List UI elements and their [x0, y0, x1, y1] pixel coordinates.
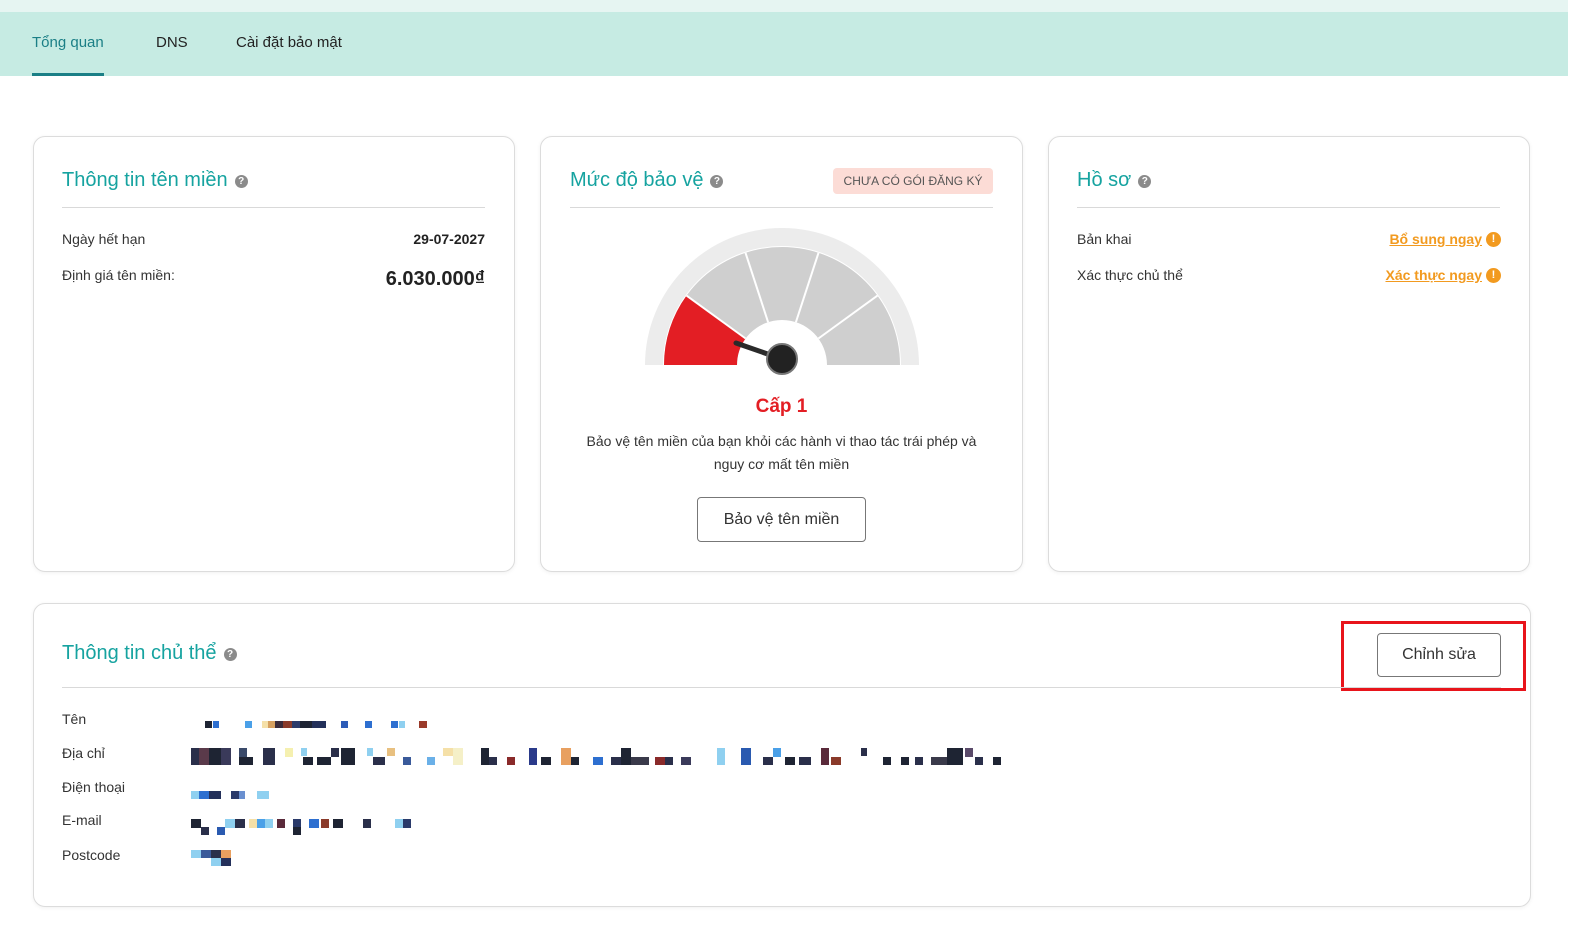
profile-title-text: Hồ sơ [1077, 169, 1132, 191]
pixelated-redaction [191, 748, 1001, 765]
verify-now-link[interactable]: Xác thực ngay [1385, 267, 1482, 283]
divider [62, 207, 485, 208]
owner-postcode-redacted [191, 850, 241, 873]
owner-name-redacted [205, 717, 435, 735]
tab-overview[interactable]: Tổng quan [32, 12, 104, 76]
domain-valuation-label: Định giá tên miền: [62, 267, 175, 283]
subscription-status-badge: CHƯA CÓ GÓI ĐĂNG KÝ [833, 168, 993, 194]
tab-dns[interactable]: DNS [156, 12, 188, 76]
help-icon[interactable]: ? [710, 175, 724, 188]
owner-email-redacted [191, 818, 413, 841]
tab-security-settings[interactable]: Cài đặt bảo mật [236, 12, 342, 76]
protection-title-text: Mức độ bảo vệ [570, 169, 704, 191]
divider [570, 207, 993, 208]
owner-address-label: Địa chỉ [62, 745, 105, 761]
help-icon[interactable]: ? [1138, 175, 1152, 188]
expiry-date-value: 29-07-2027 [413, 231, 485, 247]
protection-title: Mức độ bảo vệ? [570, 169, 724, 192]
owner-phone-label: Điện thoại [62, 779, 126, 795]
protection-gauge [645, 228, 919, 375]
add-now-link[interactable]: Bổ sung ngay [1389, 231, 1482, 247]
expiry-date-label: Ngày hết hạn [62, 231, 146, 247]
scrollbar-track[interactable] [1568, 0, 1596, 941]
help-icon[interactable]: ? [234, 175, 248, 188]
owner-address-redacted [191, 748, 1003, 771]
profile-card [1048, 136, 1530, 572]
identity-verification-label: Xác thực chủ thể [1077, 267, 1183, 283]
owner-name-label: Tên [62, 711, 87, 727]
active-tab-indicator [32, 73, 104, 76]
domain-info-title-text: Thông tin tên miền [62, 169, 228, 191]
domain-info-card [33, 136, 515, 572]
help-icon[interactable]: ? [223, 648, 237, 661]
gauge-pivot [766, 343, 798, 375]
highlight-box [1341, 621, 1526, 691]
declaration-label: Bản khai [1077, 231, 1132, 247]
top-strip [0, 0, 1568, 12]
protection-description: Bảo vệ tên miền của bạn khỏi các hành vi… [586, 433, 977, 472]
tab-overview-label: Tổng quan [32, 34, 104, 51]
warning-icon: ! [1486, 232, 1501, 247]
divider [62, 687, 1501, 688]
profile-title: Hồ sơ? [1077, 169, 1152, 192]
tab-security-settings-label: Cài đặt bảo mật [236, 34, 342, 51]
tab-bar: Tổng quan DNS Cài đặt bảo mật [0, 12, 1568, 76]
owner-phone-redacted [191, 788, 273, 806]
protection-level-label: Cấp 1 [755, 396, 808, 417]
owner-info-title-text: Thông tin chủ thể [62, 642, 217, 664]
tab-dns-label: DNS [156, 34, 188, 51]
pixelated-redaction [191, 791, 269, 799]
pixelated-redaction [191, 819, 411, 835]
owner-postcode-label: Postcode [62, 847, 121, 863]
warning-icon: ! [1486, 268, 1501, 283]
domain-info-title: Thông tin tên miền? [62, 169, 248, 192]
divider [1077, 207, 1500, 208]
pixelated-redaction [205, 721, 427, 728]
domain-valuation-value: 6.030.000₫ [385, 268, 485, 290]
owner-email-label: E-mail [62, 812, 102, 828]
protect-domain-button[interactable]: Bảo vệ tên miền [697, 497, 866, 542]
pixelated-redaction [191, 850, 231, 866]
owner-info-title: Thông tin chủ thể? [62, 642, 237, 665]
